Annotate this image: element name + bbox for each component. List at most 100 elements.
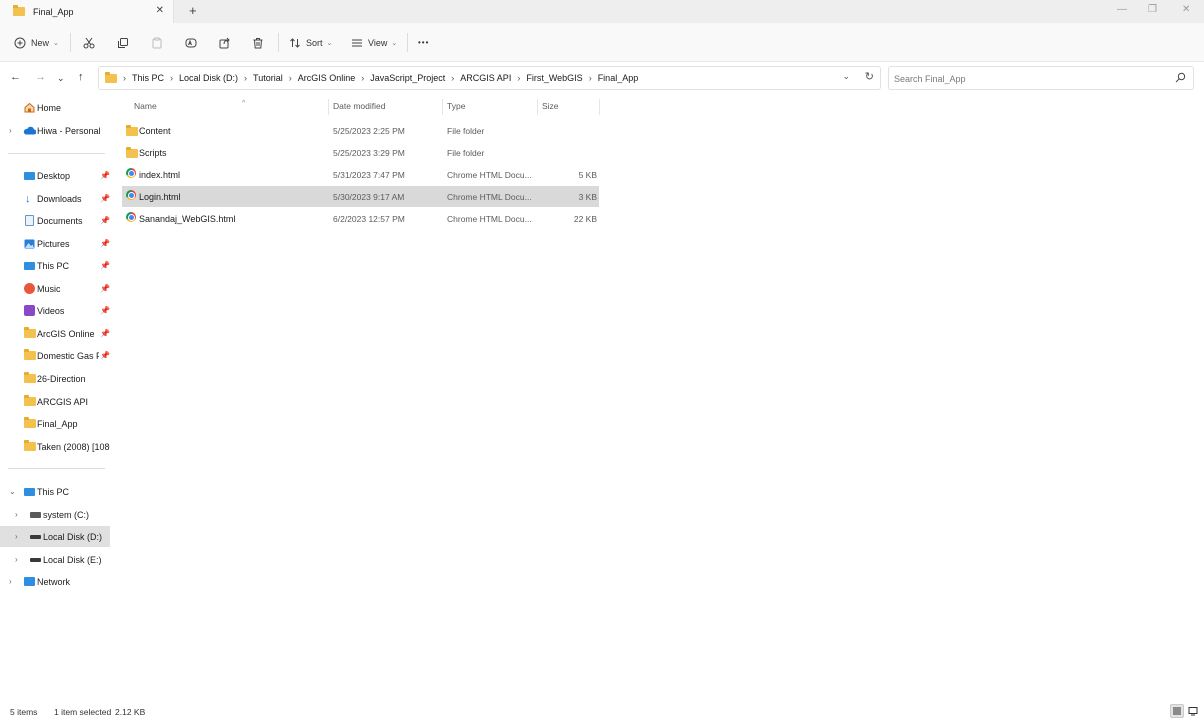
sidebar-item-label: Hiwa - Personal bbox=[37, 125, 101, 136]
sidebar-item-local-disk-e[interactable]: › Local Disk (E:) bbox=[0, 549, 110, 570]
chevron-right-icon[interactable]: › bbox=[15, 555, 18, 564]
new-label: New bbox=[31, 37, 50, 48]
close-tab-icon[interactable]: ✕ bbox=[156, 5, 164, 16]
pin-icon[interactable]: 📌 bbox=[100, 171, 110, 180]
sidebar-item-pictures[interactable]: Pictures 📌 bbox=[0, 233, 110, 254]
up-arrow-icon[interactable]: ↑ bbox=[78, 71, 84, 83]
file-row-sanandaj-webgis-html[interactable]: Sanandaj_WebGIS.html 6/2/2023 12:57 PM C… bbox=[122, 208, 599, 229]
file-row-scripts[interactable]: Scripts 5/25/2023 3:29 PM File folder bbox=[122, 142, 599, 163]
paste-button[interactable] bbox=[151, 23, 163, 62]
music-icon bbox=[24, 283, 35, 294]
file-row-index-html[interactable]: index.html 5/31/2023 7:47 PM Chrome HTML… bbox=[122, 164, 599, 185]
large-icons-view-button[interactable] bbox=[1186, 704, 1200, 718]
folder-icon bbox=[24, 349, 36, 360]
search-input[interactable]: Search Final_App bbox=[888, 66, 1194, 90]
pin-icon[interactable]: 📌 bbox=[100, 261, 110, 270]
document-icon bbox=[25, 215, 34, 226]
file-type: Chrome HTML Docu... bbox=[447, 192, 532, 202]
new-tab-button[interactable]: + bbox=[189, 4, 197, 18]
refresh-icon[interactable]: ↻ bbox=[865, 70, 874, 83]
column-header-size[interactable]: Size bbox=[542, 101, 559, 113]
sidebar-item-system-c[interactable]: › system (C:) bbox=[0, 504, 110, 525]
sidebar-item-videos[interactable]: Videos 📌 bbox=[0, 300, 110, 321]
sidebar-item-home[interactable]: Home bbox=[0, 97, 110, 118]
chevron-right-icon[interactable]: › bbox=[9, 577, 12, 586]
sidebar-item-local-disk-d[interactable]: › Local Disk (D:) bbox=[0, 526, 110, 547]
cut-button[interactable] bbox=[83, 23, 95, 62]
folder-icon bbox=[126, 125, 138, 136]
more-options-button[interactable]: ••• bbox=[418, 23, 429, 62]
breadcrumb-first-webgis[interactable]: First_WebGIS bbox=[526, 73, 582, 83]
pin-icon[interactable]: 📌 bbox=[100, 306, 110, 315]
file-row-content[interactable]: Content 5/25/2023 2:25 PM File folder bbox=[122, 120, 599, 141]
view-button[interactable]: View ⌄ bbox=[351, 23, 397, 62]
chevron-right-icon[interactable]: › bbox=[15, 532, 18, 541]
delete-button[interactable] bbox=[252, 23, 264, 62]
column-divider[interactable] bbox=[442, 99, 443, 115]
pin-icon[interactable]: 📌 bbox=[100, 284, 110, 293]
sidebar-item-downloads[interactable]: ↓ Downloads 📌 bbox=[0, 188, 110, 209]
tab-final-app[interactable]: Final_App ✕ bbox=[0, 0, 174, 23]
recent-locations-icon[interactable]: ⌄ bbox=[57, 72, 65, 84]
sidebar-item-label: This PC bbox=[37, 486, 70, 497]
more-icon: ••• bbox=[418, 38, 430, 47]
close-window-button[interactable]: ✕ bbox=[1182, 4, 1190, 15]
breadcrumb-arcgis-online[interactable]: ArcGIS Online bbox=[298, 73, 356, 83]
sidebar-item-arcgis-online[interactable]: ArcGIS Online 📌 bbox=[0, 323, 110, 344]
sidebar-item-network[interactable]: › Network bbox=[0, 571, 110, 592]
column-divider[interactable] bbox=[328, 99, 329, 115]
pin-icon[interactable]: 📌 bbox=[100, 194, 110, 203]
sidebar-item-label: Videos bbox=[37, 305, 65, 316]
column-divider[interactable] bbox=[599, 99, 600, 115]
back-arrow-icon[interactable]: ← bbox=[10, 71, 21, 83]
file-name: Scripts bbox=[139, 148, 167, 158]
pictures-icon bbox=[24, 239, 35, 248]
sidebar-item-documents[interactable]: Documents 📌 bbox=[0, 210, 110, 231]
breadcrumb-arcgis-api[interactable]: ARCGIS API bbox=[460, 73, 511, 83]
copy-button[interactable] bbox=[117, 23, 129, 62]
sidebar-item-onedrive[interactable]: › Hiwa - Personal bbox=[0, 120, 110, 141]
sidebar-item-label: Final_App bbox=[37, 418, 78, 429]
network-icon bbox=[24, 577, 35, 586]
chevron-right-icon[interactable]: › bbox=[9, 126, 12, 135]
forward-arrow-icon[interactable]: → bbox=[35, 71, 46, 83]
breadcrumb-tutorial[interactable]: Tutorial bbox=[253, 73, 283, 83]
column-divider[interactable] bbox=[537, 99, 538, 115]
breadcrumb-javascript-project[interactable]: JavaScript_Project bbox=[370, 73, 445, 83]
sort-button[interactable]: Sort ⌄ bbox=[289, 23, 332, 62]
minimize-button[interactable]: — bbox=[1117, 4, 1127, 15]
sidebar-item-taken[interactable]: Taken (2008) [1080p bbox=[0, 436, 110, 457]
address-bar[interactable]: › This PC › Local Disk (D:) › Tutorial ›… bbox=[98, 66, 881, 90]
share-button[interactable] bbox=[219, 23, 231, 62]
sidebar-item-arcgis-api[interactable]: ARCGIS API bbox=[0, 391, 110, 412]
chevron-down-icon[interactable]: ⌄ bbox=[842, 71, 850, 82]
rename-button[interactable] bbox=[185, 23, 197, 62]
sidebar-divider bbox=[8, 153, 105, 154]
sidebar-item-this-pc-pinned[interactable]: This PC 📌 bbox=[0, 255, 110, 276]
sidebar-item-final-app[interactable]: Final_App bbox=[0, 413, 110, 434]
breadcrumb-local-disk-d[interactable]: Local Disk (D:) bbox=[179, 73, 238, 83]
sidebar-item-desktop[interactable]: Desktop 📌 bbox=[0, 165, 110, 186]
pin-icon[interactable]: 📌 bbox=[100, 216, 110, 225]
pin-icon[interactable]: 📌 bbox=[100, 351, 110, 360]
restore-button[interactable]: ❐ bbox=[1148, 4, 1157, 15]
pin-icon[interactable]: 📌 bbox=[100, 239, 110, 248]
column-header-date[interactable]: Date modified bbox=[333, 101, 385, 113]
chevron-down-icon: ⌄ bbox=[53, 39, 59, 47]
sidebar-item-domestic-gas[interactable]: Domestic Gas Pi 📌 bbox=[0, 345, 110, 366]
column-header-name[interactable]: Name ^ bbox=[134, 100, 245, 113]
column-header-type[interactable]: Type bbox=[447, 101, 465, 113]
breadcrumb-final-app[interactable]: Final_App bbox=[598, 73, 639, 83]
chevron-down-icon[interactable]: ⌄ bbox=[9, 487, 16, 496]
chevron-right-icon[interactable]: › bbox=[15, 510, 18, 519]
sidebar-item-music[interactable]: Music 📌 bbox=[0, 278, 110, 299]
toolbar-divider bbox=[278, 33, 279, 52]
breadcrumb-this-pc[interactable]: This PC bbox=[132, 73, 164, 83]
sidebar-item-this-pc[interactable]: ⌄ This PC bbox=[0, 481, 110, 502]
file-row-login-html[interactable]: Login.html 5/30/2023 9:17 AM Chrome HTML… bbox=[122, 186, 599, 207]
pin-icon[interactable]: 📌 bbox=[100, 329, 110, 338]
new-button[interactable]: New ⌄ bbox=[14, 23, 59, 62]
home-icon bbox=[24, 102, 35, 113]
details-view-button[interactable] bbox=[1170, 704, 1184, 718]
sidebar-item-26-direction[interactable]: 26-Direction bbox=[0, 368, 110, 389]
